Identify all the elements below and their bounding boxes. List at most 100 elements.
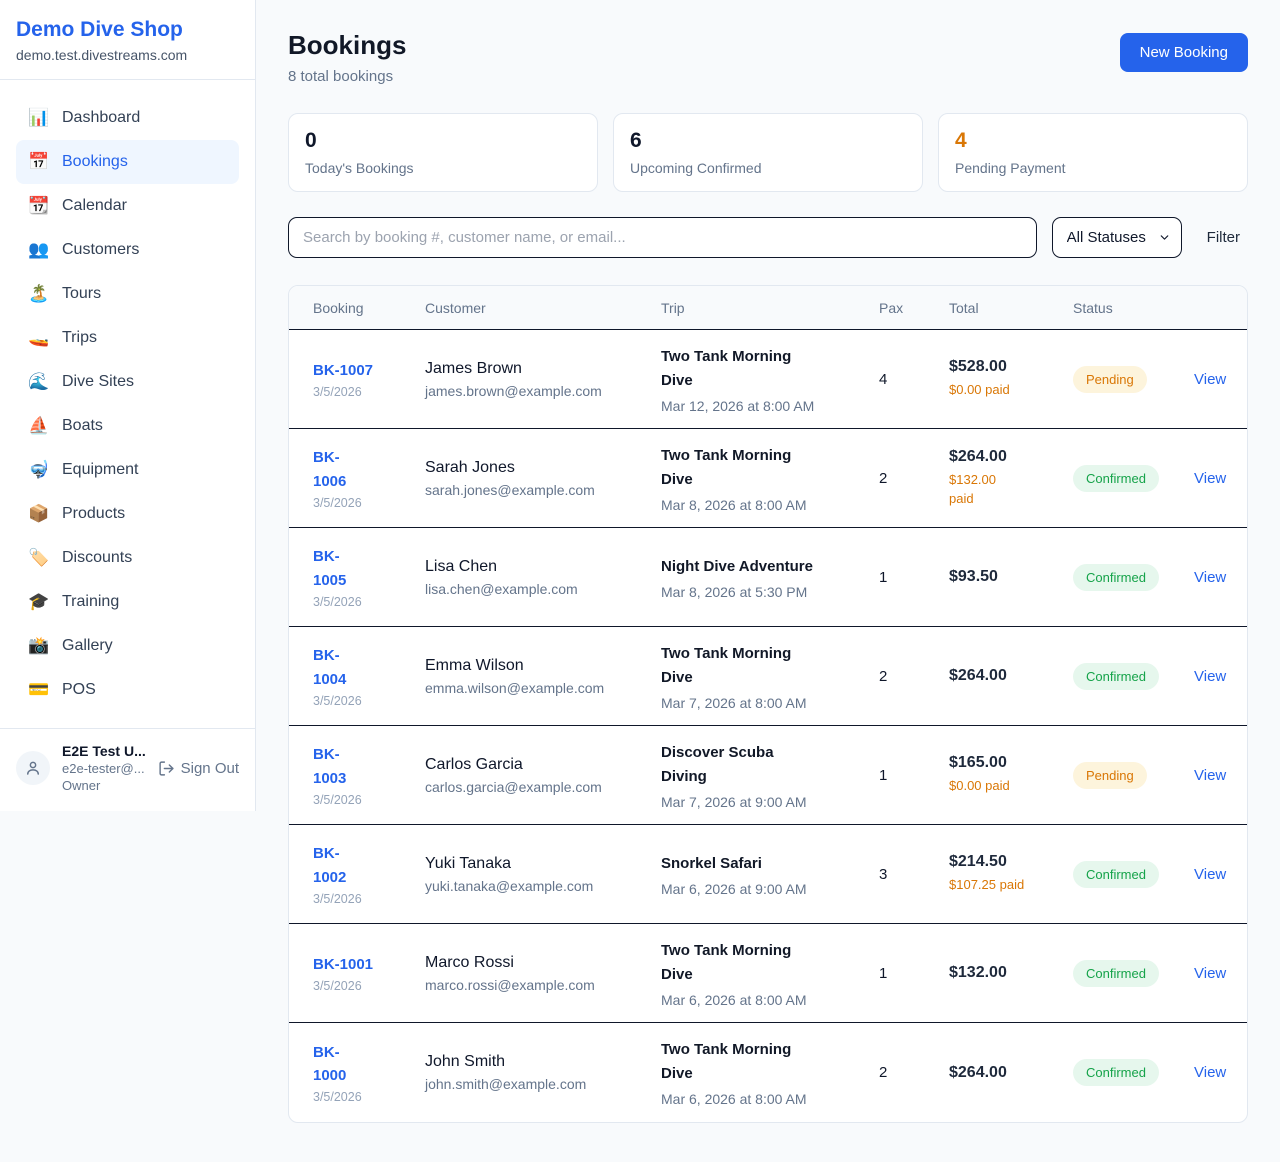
new-booking-button[interactable]: New Booking: [1120, 33, 1248, 72]
booking-number-link[interactable]: BK- 1002: [313, 842, 425, 889]
view-link[interactable]: View: [1194, 569, 1226, 586]
booking-number-link[interactable]: BK- 1003: [313, 743, 425, 790]
status-badge: Confirmed: [1073, 564, 1159, 591]
main-content: Bookings 8 total bookings New Booking 0 …: [256, 0, 1280, 1155]
status-cell: Pending: [1073, 366, 1194, 393]
view-link[interactable]: View: [1194, 371, 1226, 388]
booking-date: 3/5/2026: [313, 892, 425, 906]
view-link[interactable]: View: [1194, 767, 1226, 784]
booking-number-link[interactable]: BK- 1006: [313, 446, 425, 493]
stat-label: Upcoming Confirmed: [630, 160, 906, 176]
customer-cell: Emma Wilson emma.wilson@example.com: [425, 657, 661, 696]
booking-number-link[interactable]: BK- 1005: [313, 545, 425, 592]
user-meta: E2E Test U... e2e-tester@... Owner: [62, 743, 146, 793]
paid-amount: $0.00 paid: [949, 776, 1073, 796]
customer-email: john.smith@example.com: [425, 1076, 661, 1092]
sidebar-item-customers[interactable]: 👥 Customers: [16, 228, 239, 272]
customer-name: Lisa Chen: [425, 558, 661, 576]
booking-number-link[interactable]: BK-1007: [313, 359, 425, 382]
status-badge: Pending: [1073, 366, 1147, 393]
booking-number-link[interactable]: BK-1001: [313, 953, 425, 976]
trip-cell: Two Tank Morning Dive Mar 6, 2026 at 8:0…: [661, 1038, 879, 1107]
sidebar-nav: 📊 Dashboard 📅 Bookings 📆 Calendar 👥 Cust…: [0, 80, 255, 728]
status-select[interactable]: All Statuses: [1052, 217, 1182, 258]
view-link[interactable]: View: [1194, 866, 1226, 883]
booking-date: 3/5/2026: [313, 694, 425, 708]
sidebar-item-gallery[interactable]: 📸 Gallery: [16, 624, 239, 668]
booking-date: 3/5/2026: [313, 496, 425, 510]
view-link[interactable]: View: [1194, 1064, 1226, 1081]
customer-name: James Brown: [425, 360, 661, 378]
stat-card: 6 Upcoming Confirmed: [613, 113, 923, 192]
column-header: Booking: [313, 300, 425, 316]
sidebar-item-training[interactable]: 🎓 Training: [16, 580, 239, 624]
graduation-cap-icon: 🎓: [28, 592, 50, 612]
column-header: Total: [949, 300, 1073, 316]
trip-name: Two Tank Morning Dive: [661, 939, 879, 987]
booking-number-link[interactable]: BK- 1004: [313, 644, 425, 691]
total-cell: $165.00 $0.00 paid: [949, 754, 1073, 796]
customer-email: sarah.jones@example.com: [425, 482, 661, 498]
sidebar-item-pos[interactable]: 💳 POS: [16, 668, 239, 712]
column-header: Trip: [661, 300, 879, 316]
trip-name: Two Tank Morning Dive: [661, 444, 879, 492]
pax-cell: 2: [879, 668, 949, 685]
sidebar-item-dashboard[interactable]: 📊 Dashboard: [16, 96, 239, 140]
column-header: Customer: [425, 300, 661, 316]
people-icon: 👥: [28, 240, 50, 260]
search-input[interactable]: [288, 217, 1037, 258]
page-title: Bookings: [288, 30, 406, 61]
status-cell: Confirmed: [1073, 465, 1194, 492]
wave-icon: 🌊: [28, 372, 50, 392]
booking-date: 3/5/2026: [313, 385, 425, 399]
sidebar-item-equipment[interactable]: 🤿 Equipment: [16, 448, 239, 492]
sidebar-item-dive-sites[interactable]: 🌊 Dive Sites: [16, 360, 239, 404]
label-tag-icon: 🏷️: [28, 548, 50, 568]
brand-block: Demo Dive Shop demo.test.divestreams.com: [0, 0, 255, 80]
bar-chart-icon: 📊: [28, 108, 50, 128]
camera-icon: 📸: [28, 636, 50, 656]
total-amount: $132.00: [949, 964, 1073, 982]
brand-domain: demo.test.divestreams.com: [16, 47, 239, 63]
trip-cell: Two Tank Morning Dive Mar 6, 2026 at 8:0…: [661, 939, 879, 1008]
status-badge: Confirmed: [1073, 960, 1159, 987]
stat-card: 0 Today's Bookings: [288, 113, 598, 192]
table-row: BK- 1005 3/5/2026 Lisa Chen lisa.chen@ex…: [289, 528, 1247, 627]
pax-cell: 2: [879, 1064, 949, 1081]
customer-name: Carlos Garcia: [425, 756, 661, 774]
trip-cell: Discover Scuba Diving Mar 7, 2026 at 9:0…: [661, 741, 879, 810]
status-cell: Confirmed: [1073, 564, 1194, 591]
sidebar-item-boats[interactable]: ⛵ Boats: [16, 404, 239, 448]
customer-name: Sarah Jones: [425, 459, 661, 477]
booking-cell: BK- 1005 3/5/2026: [313, 545, 425, 609]
filter-row: All Statuses Filter: [288, 217, 1248, 258]
customer-email: marco.rossi@example.com: [425, 977, 661, 993]
total-amount: $214.50: [949, 853, 1073, 871]
customer-name: Yuki Tanaka: [425, 855, 661, 873]
pax-cell: 3: [879, 866, 949, 883]
paid-amount: $132.00 paid: [949, 470, 1073, 509]
trip-time: Mar 8, 2026 at 5:30 PM: [661, 584, 879, 600]
filter-button[interactable]: Filter: [1207, 229, 1240, 246]
sidebar-item-products[interactable]: 📦 Products: [16, 492, 239, 536]
sign-out-button[interactable]: Sign Out: [158, 760, 239, 777]
sidebar-item-tours[interactable]: 🏝️ Tours: [16, 272, 239, 316]
sidebar-item-trips[interactable]: 🚤 Trips: [16, 316, 239, 360]
view-link[interactable]: View: [1194, 470, 1226, 487]
view-link[interactable]: View: [1194, 965, 1226, 982]
table-header-row: BookingCustomerTripPaxTotalStatus: [289, 286, 1247, 330]
column-header: Status: [1073, 300, 1194, 316]
view-link[interactable]: View: [1194, 668, 1226, 685]
column-header: Pax: [879, 300, 949, 316]
table-row: BK- 1000 3/5/2026 John Smith john.smith@…: [289, 1023, 1247, 1122]
total-amount: $264.00: [949, 667, 1073, 685]
sidebar-item-discounts[interactable]: 🏷️ Discounts: [16, 536, 239, 580]
table-body: BK-1007 3/5/2026 James Brown james.brown…: [289, 330, 1247, 1122]
sidebar-item-bookings[interactable]: 📅 Bookings: [16, 140, 239, 184]
sidebar-item-calendar[interactable]: 📆 Calendar: [16, 184, 239, 228]
sign-out-label: Sign Out: [181, 760, 239, 777]
booking-number-link[interactable]: BK- 1000: [313, 1041, 425, 1088]
customer-cell: Sarah Jones sarah.jones@example.com: [425, 459, 661, 498]
stat-label: Pending Payment: [955, 160, 1231, 176]
user-name: E2E Test U...: [62, 743, 146, 759]
